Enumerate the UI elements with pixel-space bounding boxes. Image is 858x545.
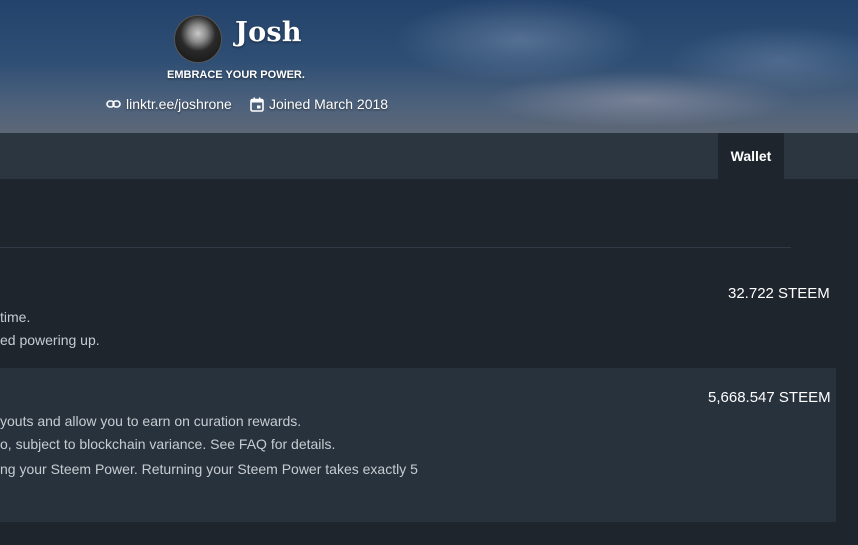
steem-power-description-line: o, subject to blockchain variance. See F… xyxy=(0,436,336,452)
avatar[interactable] xyxy=(174,15,222,63)
steem-power-description-line: youts and allow you to earn on curation … xyxy=(0,413,302,429)
steem-power-balance[interactable]: 5,668.547 STEEM xyxy=(708,389,831,406)
profile-link[interactable]: linktr.ee/joshrone xyxy=(106,96,232,112)
divider xyxy=(0,247,791,248)
profile-link-text[interactable]: linktr.ee/joshrone xyxy=(126,96,232,112)
profile-cover: Josh EMBRACE YOUR POWER. linktr.ee/joshr… xyxy=(0,0,858,133)
profile-tagline: EMBRACE YOUR POWER. xyxy=(167,69,305,81)
steem-description-line: time. xyxy=(0,309,31,325)
profile-joined-text: Joined March 2018 xyxy=(269,96,389,112)
link-icon xyxy=(106,99,121,109)
profile-joined: Joined March 2018 xyxy=(250,96,388,112)
wallet-row-steem-power: youts and allow you to earn on curation … xyxy=(0,368,836,522)
calendar-icon xyxy=(250,97,264,112)
profile-name: Josh xyxy=(235,17,302,48)
steem-power-description-line: ng your Steem Power. Returning your Stee… xyxy=(0,461,418,477)
wallet-row-steem: time. ed powering up. xyxy=(0,280,836,360)
profile-tabbar: Wallet xyxy=(0,133,858,179)
steem-description-line: ed powering up. xyxy=(0,332,100,348)
tab-wallet[interactable]: Wallet xyxy=(718,133,784,179)
steem-balance[interactable]: 32.722 STEEM xyxy=(728,285,830,302)
